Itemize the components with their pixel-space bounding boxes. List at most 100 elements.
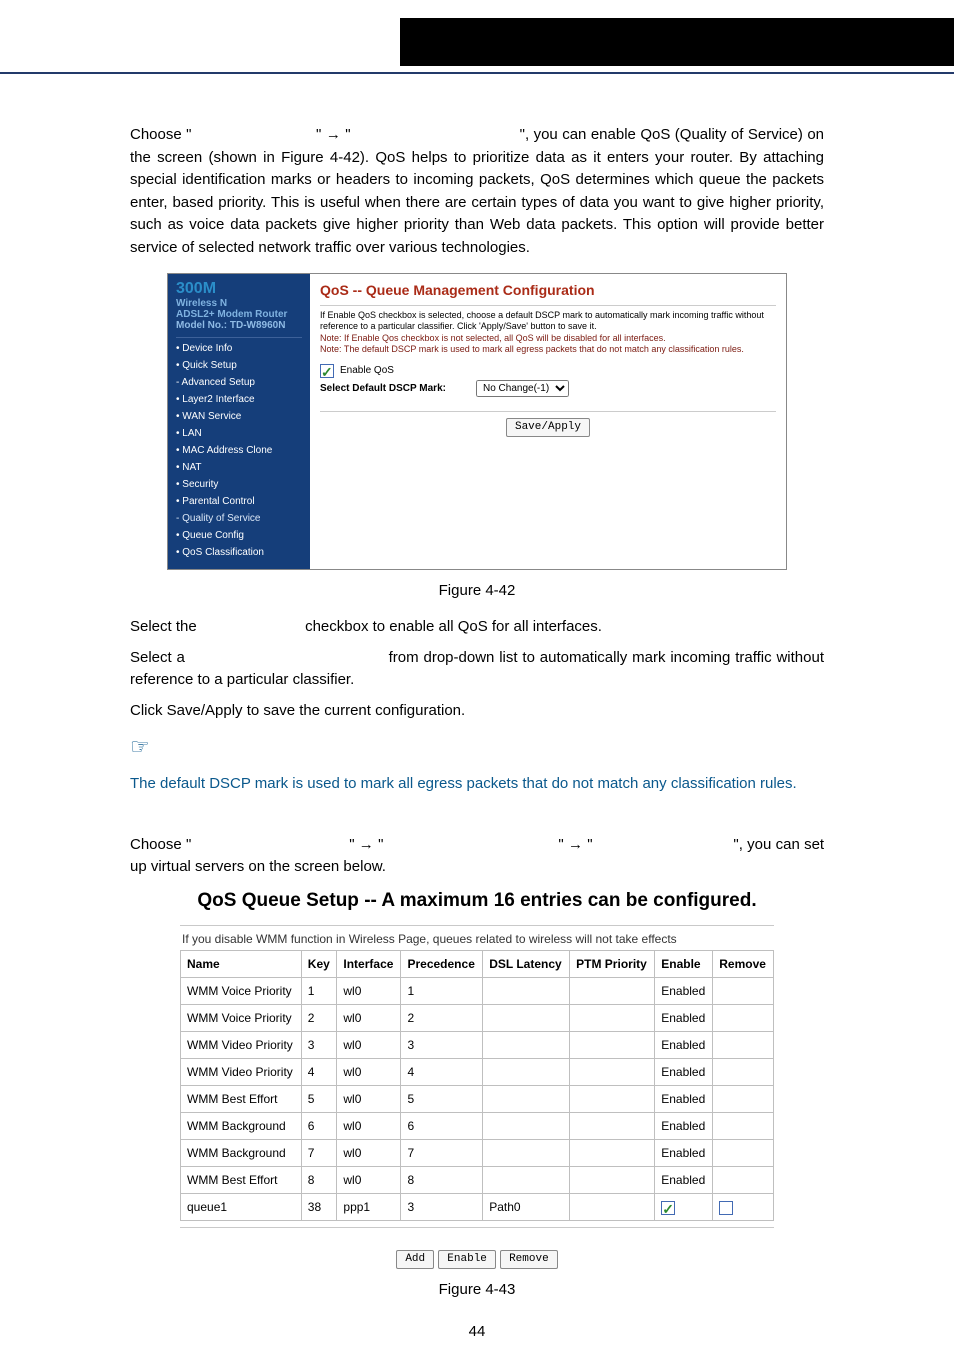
table-row: WMM Best Effort8wl08Enabled <box>181 1167 774 1194</box>
cell-interface: wl0 <box>337 1059 401 1086</box>
col-enable: Enable <box>655 951 713 978</box>
sidebar-item-security[interactable]: • Security <box>176 476 302 493</box>
text: " <box>378 836 383 853</box>
col-dsl-latency: DSL Latency <box>483 951 570 978</box>
blank <box>388 836 554 853</box>
qos-queue-buttons: Add Enable Remove <box>180 1246 774 1269</box>
col-ptm-priority: PTM Priority <box>570 951 655 978</box>
enable-button[interactable]: Enable <box>438 1250 496 1269</box>
qos-queue-title: QoS Queue Setup -- A maximum 16 entries … <box>180 887 774 916</box>
table-row: WMM Video Priority3wl03Enabled <box>181 1032 774 1059</box>
table-row: WMM Voice Priority1wl01Enabled <box>181 978 774 1005</box>
col-interface: Interface <box>337 951 401 978</box>
remove-button[interactable]: Remove <box>500 1250 558 1269</box>
table-header-row: Name Key Interface Precedence DSL Latenc… <box>181 951 774 978</box>
sidebar-item-parental-control[interactable]: • Parental Control <box>176 493 302 510</box>
text: " <box>558 836 563 853</box>
save-apply-button[interactable]: Save/Apply <box>506 418 590 437</box>
cell-remove <box>713 1059 774 1086</box>
cell-dsl-latency <box>483 1140 570 1167</box>
blank <box>196 126 312 143</box>
cell-ptm-priority <box>570 1113 655 1140</box>
table-row: WMM Video Priority4wl04Enabled <box>181 1059 774 1086</box>
cell-precedence: 6 <box>401 1113 483 1140</box>
sidebar-item-queue-config[interactable]: • Queue Config <box>176 527 302 544</box>
enable-checkbox[interactable] <box>661 1201 675 1215</box>
note-icon: ☞ <box>130 730 824 763</box>
blank <box>597 836 729 853</box>
cell-name: WMM Video Priority <box>181 1059 302 1086</box>
sidebar-item-mac-address-clone[interactable]: • MAC Address Clone <box>176 442 302 459</box>
cell-enable: Enabled <box>655 978 713 1005</box>
cell-remove <box>713 1032 774 1059</box>
brand-model: Model No.: TD-W8960N <box>176 320 302 331</box>
remove-checkbox[interactable] <box>719 1201 733 1215</box>
qos-queue-note: If you disable WMM function in Wireless … <box>182 930 774 948</box>
sidebar-item-device-info[interactable]: • Device Info <box>176 340 302 357</box>
blank <box>190 649 384 666</box>
cell-remove <box>713 1167 774 1194</box>
col-key: Key <box>301 951 337 978</box>
cell-name: WMM Best Effort <box>181 1086 302 1113</box>
cell-name: WMM Background <box>181 1140 302 1167</box>
sidebar-item-wan-service[interactable]: • WAN Service <box>176 408 302 425</box>
cell-name: WMM Video Priority <box>181 1032 302 1059</box>
figure-4-42-screenshot: 300M Wireless N ADSL2+ Modem Router Mode… <box>167 273 787 570</box>
qos-queue-table: Name Key Interface Precedence DSL Latenc… <box>180 950 774 1221</box>
main-panel: QoS -- Queue Management Configuration If… <box>310 274 786 569</box>
cell-precedence: 3 <box>401 1032 483 1059</box>
arrow-icon: → <box>568 836 583 853</box>
cell-enable: Enabled <box>655 1059 713 1086</box>
cell-dsl-latency <box>483 1167 570 1194</box>
cell-ptm-priority <box>570 1140 655 1167</box>
sidebar-item-lan[interactable]: • LAN <box>176 425 302 442</box>
cell-key: 8 <box>301 1167 337 1194</box>
sidebar-item-advanced-setup[interactable]: - Advanced Setup <box>176 374 302 391</box>
sidebar: 300M Wireless N ADSL2+ Modem Router Mode… <box>168 274 310 569</box>
enable-qos-checkbox[interactable] <box>320 364 334 378</box>
cell-precedence: 5 <box>401 1086 483 1113</box>
text: " <box>316 126 321 143</box>
cell-interface: ppp1 <box>337 1194 401 1221</box>
cell-key: 3 <box>301 1032 337 1059</box>
cell-interface: wl0 <box>337 978 401 1005</box>
add-button[interactable]: Add <box>396 1250 434 1269</box>
cell-dsl-latency <box>483 978 570 1005</box>
cell-enable: Enabled <box>655 1167 713 1194</box>
note-text: The default DSCP mark is used to mark al… <box>130 773 824 796</box>
select-dropdown-para: Select a from drop-down list to automati… <box>130 647 824 692</box>
sidebar-header: 300M Wireless N ADSL2+ Modem Router Mode… <box>176 280 302 331</box>
cell-remove <box>713 1194 774 1221</box>
sidebar-item-quick-setup[interactable]: • Quick Setup <box>176 357 302 374</box>
figure-4-43-caption: Figure 4-43 <box>130 1279 824 1302</box>
cell-remove <box>713 1140 774 1167</box>
col-precedence: Precedence <box>401 951 483 978</box>
cell-ptm-priority <box>570 1059 655 1086</box>
cell-enable: Enabled <box>655 1005 713 1032</box>
cell-key: 6 <box>301 1113 337 1140</box>
cell-key: 7 <box>301 1140 337 1167</box>
blank <box>355 126 515 143</box>
cell-ptm-priority <box>570 1086 655 1113</box>
text: Choose " <box>130 126 191 143</box>
cell-dsl-latency <box>483 1059 570 1086</box>
text: " <box>349 836 354 853</box>
cell-enable: Enabled <box>655 1032 713 1059</box>
sidebar-item-qos-classification[interactable]: • QoS Classification <box>176 544 302 561</box>
sidebar-item-quality-of-service[interactable]: - Quality of Service <box>176 510 302 527</box>
sidebar-item-layer2-interface[interactable]: • Layer2 Interface <box>176 391 302 408</box>
cell-remove <box>713 1005 774 1032</box>
cell-name: queue1 <box>181 1194 302 1221</box>
text: " <box>587 836 592 853</box>
cell-key: 2 <box>301 1005 337 1032</box>
select-checkbox-para: Select the checkbox to enable all QoS fo… <box>130 616 824 639</box>
queue-intro-paragraph: Choose " " → " " → " ", you can set up v… <box>130 834 824 879</box>
config-note-1: Note: If Enable Qos checkbox is not sele… <box>320 333 776 344</box>
sidebar-item-nat[interactable]: • NAT <box>176 459 302 476</box>
cell-ptm-priority <box>570 1167 655 1194</box>
dscp-mark-select[interactable]: No Change(-1) <box>476 380 569 397</box>
text: " <box>345 126 350 143</box>
header-divider <box>0 72 954 74</box>
table-row: WMM Voice Priority2wl02Enabled <box>181 1005 774 1032</box>
text: Choose " <box>130 836 191 853</box>
